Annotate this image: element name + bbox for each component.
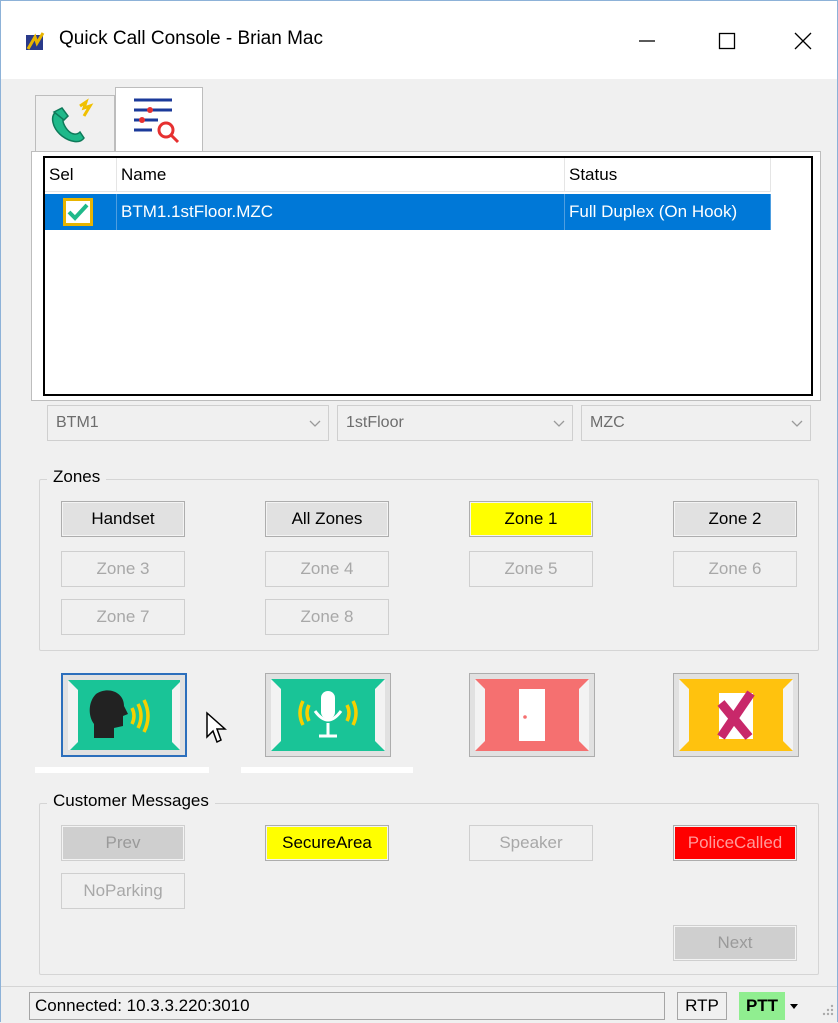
minimize-icon [639, 40, 655, 42]
chevron-down-icon [309, 420, 321, 427]
zones-label: Zones [47, 467, 107, 487]
floor-combo[interactable]: 1stFloor [337, 405, 573, 441]
quick-call-console-window: Quick Call Console - Brian Mac Sel Name … [0, 0, 838, 1023]
building-combo[interactable]: BTM1 [47, 405, 329, 441]
microphone-level-meter [241, 767, 413, 773]
microphone-button[interactable] [265, 673, 391, 757]
no-parking-button[interactable]: NoParking [61, 873, 185, 909]
secure-area-button[interactable]: SecureArea [265, 825, 389, 861]
ptt-indicator[interactable]: PTT [739, 992, 785, 1020]
door-button[interactable] [469, 673, 595, 757]
zone-2-button[interactable]: Zone 2 [673, 501, 797, 537]
window-title: Quick Call Console - Brian Mac [59, 28, 323, 49]
resize-grip-icon[interactable] [819, 1001, 835, 1017]
row-checkbox[interactable] [63, 198, 93, 226]
talking-head-icon [68, 680, 180, 750]
next-button[interactable]: Next [673, 925, 797, 961]
maximize-icon [718, 32, 736, 50]
handset-button[interactable]: Handset [61, 501, 185, 537]
microphone-panel [271, 679, 385, 751]
close-icon [794, 32, 812, 50]
tab-call[interactable] [35, 95, 115, 151]
zone-7-button[interactable]: Zone 7 [61, 599, 185, 635]
title-bar[interactable]: Quick Call Console - Brian Mac [1, 1, 837, 79]
floor-value: 1stFloor [346, 414, 404, 431]
chevron-down-icon [791, 420, 803, 427]
customer-messages-label: Customer Messages [47, 791, 215, 811]
device-combo[interactable]: MZC [581, 405, 811, 441]
door-panel [475, 679, 589, 751]
talk-level-meter [35, 767, 209, 773]
zone-4-button[interactable]: Zone 4 [265, 551, 389, 587]
talk-button[interactable] [61, 673, 187, 757]
row-status: Full Duplex (On Hook) [565, 194, 771, 230]
x-mark-icon [679, 679, 793, 751]
checkmark-icon [67, 203, 89, 221]
microphone-icon [271, 679, 385, 751]
police-called-button[interactable]: PoliceCalled [673, 825, 797, 861]
column-header-status[interactable]: Status [565, 158, 771, 192]
zone-1-button[interactable]: Zone 1 [469, 501, 593, 537]
prev-button[interactable]: Prev [61, 825, 185, 861]
chevron-down-icon [553, 420, 565, 427]
zone-3-button[interactable]: Zone 3 [61, 551, 185, 587]
row-name: BTM1.1stFloor.MZC [117, 194, 565, 230]
list-search-icon [134, 98, 180, 144]
maximize-button[interactable] [697, 19, 757, 63]
column-header-name[interactable]: Name [117, 158, 565, 192]
mouse-pointer-icon [206, 711, 227, 744]
zone-8-button[interactable]: Zone 8 [265, 599, 389, 635]
close-button[interactable] [773, 19, 833, 63]
zone-6-button[interactable]: Zone 6 [673, 551, 797, 587]
zone-5-button[interactable]: Zone 5 [469, 551, 593, 587]
talk-panel [68, 680, 180, 750]
connection-status: Connected: 10.3.3.220:3010 [29, 992, 665, 1020]
device-value: MZC [590, 414, 625, 431]
door-icon [475, 679, 589, 751]
minimize-button[interactable] [617, 19, 677, 63]
cancel-panel [679, 679, 793, 751]
cancel-button[interactable] [673, 673, 799, 757]
device-list[interactable]: Sel Name Status BTM1.1stFloor.MZC Full D… [43, 156, 813, 396]
speaker-button[interactable]: Speaker [469, 825, 593, 861]
caret-down-icon[interactable] [789, 1001, 799, 1011]
select-cell[interactable] [45, 194, 117, 230]
status-bar: Connected: 10.3.3.220:3010 RTP PTT [1, 986, 837, 1023]
building-value: BTM1 [56, 414, 99, 431]
phone-handset-icon [51, 98, 94, 143]
all-zones-button[interactable]: All Zones [265, 501, 389, 537]
table-row[interactable]: BTM1.1stFloor.MZC Full Duplex (On Hook) [45, 194, 771, 230]
list-header: Sel Name Status [45, 158, 771, 192]
tab-list[interactable] [115, 87, 203, 152]
column-header-sel[interactable]: Sel [45, 158, 117, 192]
rtp-indicator[interactable]: RTP [677, 992, 727, 1020]
app-logo-icon [26, 32, 45, 50]
